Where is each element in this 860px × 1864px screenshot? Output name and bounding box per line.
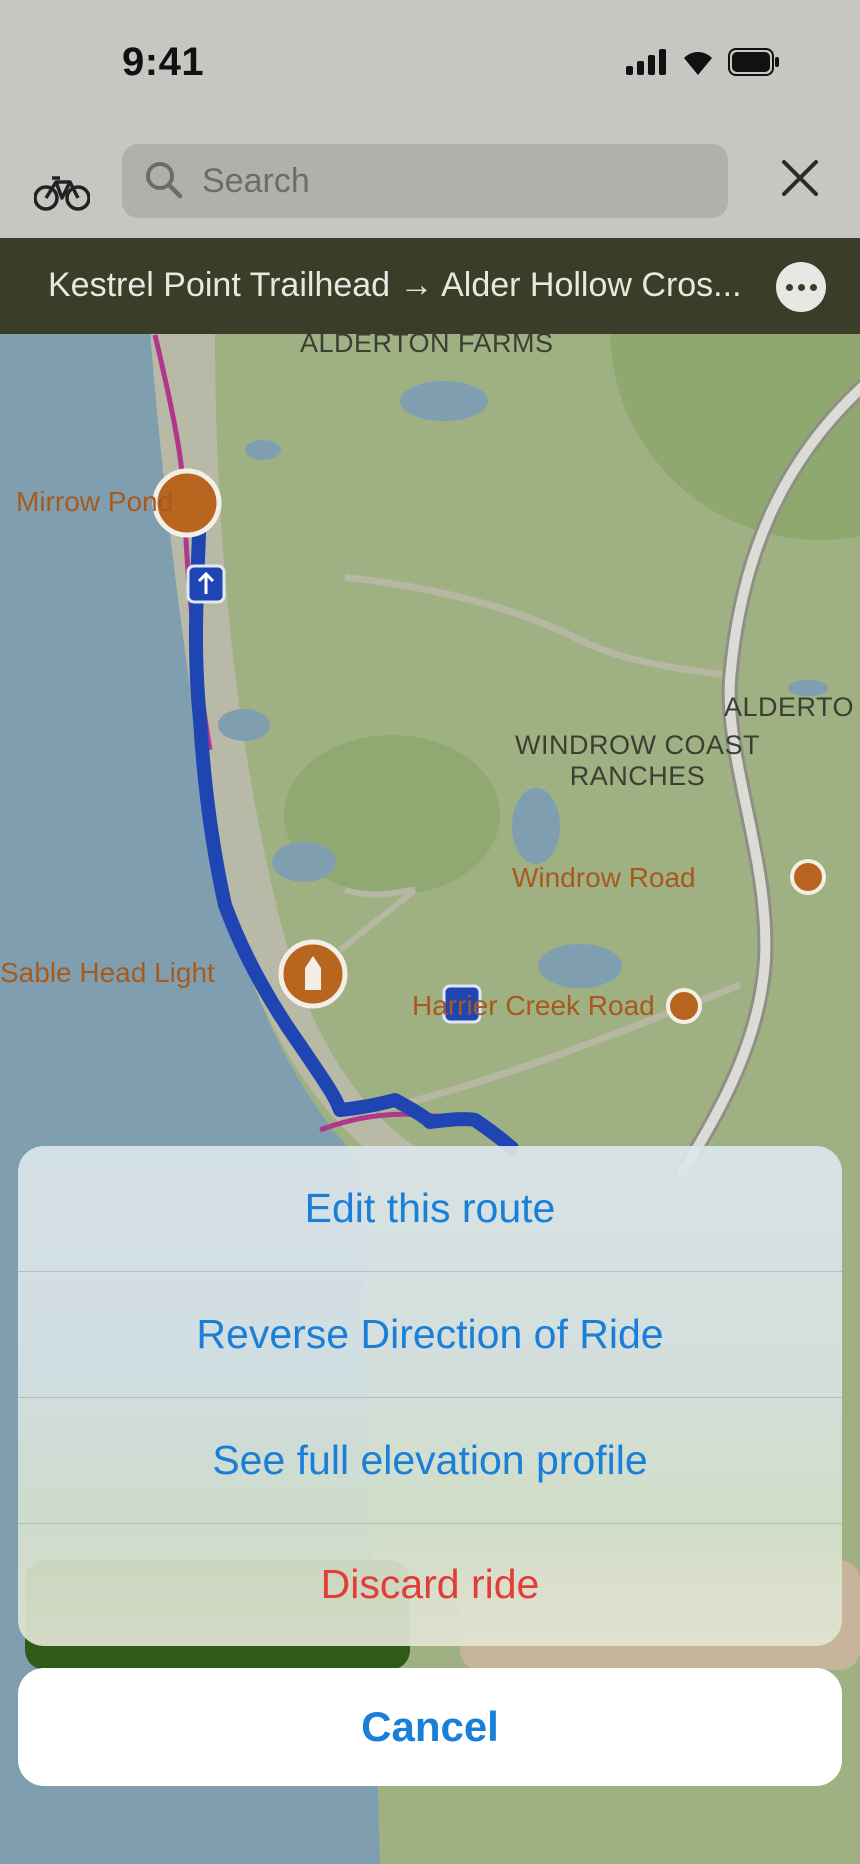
elevation-profile-button[interactable]: See full elevation profile <box>18 1398 842 1523</box>
status-time: 9:41 <box>122 40 205 84</box>
pond <box>512 788 560 864</box>
search-row: Search <box>0 140 860 238</box>
search-placeholder: Search <box>202 162 310 200</box>
poi-label-harrier-creek-road[interactable]: Harrier Creek Road <box>412 990 655 1022</box>
search-input[interactable]: Search <box>122 144 728 218</box>
status-icons <box>626 48 780 76</box>
place-label-windrow-coast: WINDROW COAST RANCHES <box>500 730 775 792</box>
pond <box>538 944 622 988</box>
magnifier-icon <box>146 162 183 199</box>
action-sheet: Edit this route Reverse Direction of Rid… <box>18 1146 842 1646</box>
pond <box>400 381 488 421</box>
ellipsis-dot <box>797 283 805 291</box>
edit-route-button[interactable]: Edit this route <box>18 1146 842 1271</box>
bicycle-icon <box>34 176 90 211</box>
place-label-line: RANCHES <box>569 761 706 791</box>
battery-icon <box>728 48 779 76</box>
pond <box>272 842 336 882</box>
bike-mode-button[interactable] <box>30 160 94 224</box>
poi-label-windrow-road[interactable]: Windrow Road <box>512 862 696 894</box>
close-icon[interactable] <box>776 154 824 202</box>
pond <box>245 440 281 460</box>
poi-label-sable-head-light[interactable]: Sable Head Light <box>0 957 215 989</box>
more-options-button[interactable] <box>776 262 826 312</box>
windrow-road-marker <box>790 859 826 895</box>
place-label-line: WINDROW COAST <box>515 730 760 760</box>
pond <box>218 709 270 741</box>
route-title-bar: Kestrel Point Trailhead → Alder Hollow C… <box>0 238 860 334</box>
route-title: Kestrel Point Trailhead → Alder Hollow C… <box>48 266 742 304</box>
discard-ride-button[interactable]: Discard ride <box>18 1522 842 1646</box>
reverse-direction-button[interactable]: Reverse Direction of Ride <box>18 1272 842 1397</box>
wifi-icon <box>684 52 712 75</box>
ellipsis-dot <box>809 283 817 291</box>
poi-label-mirrow-pond[interactable]: Mirrow Pond <box>16 486 173 518</box>
place-label-alderto: ALDERTO <box>724 692 855 722</box>
cellular-signal-icon <box>626 49 666 75</box>
cancel-button[interactable]: Cancel <box>18 1668 842 1786</box>
ellipsis-dot <box>785 283 793 291</box>
status-bar: 9:41 <box>0 0 860 140</box>
harrier-creek-marker <box>666 988 702 1024</box>
